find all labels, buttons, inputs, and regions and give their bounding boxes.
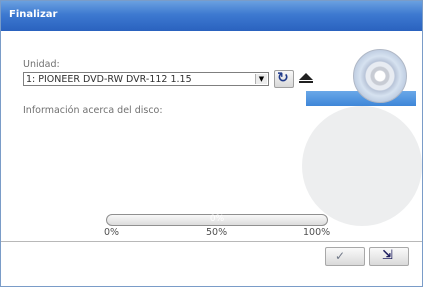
- progress-tick-0: 0%: [104, 227, 120, 238]
- disc-info-label: Información acerca del disco:: [23, 105, 163, 116]
- progress-tick-100: 100%: [303, 227, 331, 238]
- drive-label: Unidad:: [23, 59, 60, 70]
- progress-bar: 0%: [106, 214, 328, 226]
- footer-divider: [1, 241, 422, 242]
- checkmark-icon: ✓: [335, 249, 346, 263]
- refresh-icon: ↻: [277, 70, 289, 86]
- progress-percent: 0%: [209, 214, 225, 224]
- finalize-window: Finalizar Unidad: 1: PIONEER DVD-RW DVR-…: [0, 0, 423, 287]
- exit-icon: ⇲: [382, 248, 393, 263]
- chevron-down-icon[interactable]: ▼: [255, 74, 267, 84]
- progress-tick-50: 50%: [206, 227, 228, 238]
- disc-icon: [353, 49, 407, 103]
- exit-button[interactable]: ⇲: [369, 247, 409, 266]
- ok-button[interactable]: ✓: [325, 247, 365, 266]
- refresh-button[interactable]: ↻: [274, 70, 294, 88]
- eject-button[interactable]: [296, 70, 316, 88]
- title-bar: Finalizar: [1, 1, 422, 31]
- drive-select[interactable]: 1: PIONEER DVD-RW DVR-112 1.15 ▼: [23, 72, 269, 86]
- drive-select-value: 1: PIONEER DVD-RW DVR-112 1.15: [26, 74, 192, 85]
- eject-icon: [299, 73, 313, 80]
- window-title: Finalizar: [9, 9, 58, 20]
- disc-graphic: [349, 49, 409, 103]
